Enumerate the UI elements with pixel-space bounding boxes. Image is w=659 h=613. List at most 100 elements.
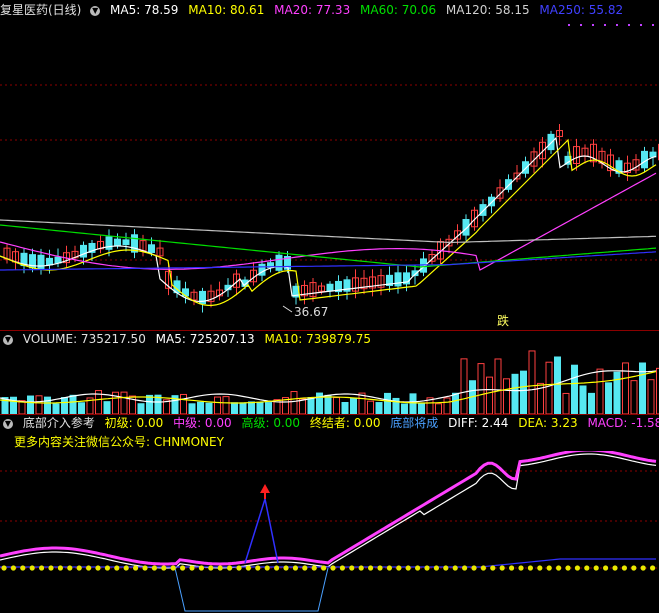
candle-body — [547, 133, 555, 151]
volume-bar — [639, 362, 646, 414]
volume-bar — [630, 380, 638, 414]
signal-dot — [76, 565, 82, 571]
bottom-zone — [174, 567, 329, 612]
signal-dot — [142, 565, 148, 571]
signal-dot — [612, 565, 618, 571]
volume-bar — [239, 402, 247, 414]
chevron-down-icon[interactable]: ▼ — [3, 334, 13, 345]
volume-bar — [35, 395, 43, 414]
signal-dot — [452, 565, 458, 571]
signal-dot — [245, 565, 251, 571]
signal-dot — [95, 565, 101, 571]
volume-bar — [605, 382, 612, 414]
signal-dot — [339, 565, 345, 571]
candle-body — [275, 254, 283, 271]
volume-bar — [596, 368, 604, 414]
ma20-label: MA20: 77.33 — [274, 3, 351, 17]
ma60-label: MA60: 70.06 — [360, 3, 437, 17]
ma5-label: MA5: 78.59 — [110, 3, 179, 17]
volume-bar — [180, 393, 187, 414]
volume-bar — [554, 356, 561, 414]
volume-bar — [265, 402, 272, 414]
ma120-line — [0, 219, 657, 243]
volume-bar — [647, 379, 655, 414]
signal-dot — [10, 565, 16, 571]
diff-line — [0, 453, 657, 569]
spike-line — [244, 498, 279, 564]
signal-dot — [377, 565, 383, 571]
chevron-down-icon[interactable]: ▼ — [90, 5, 101, 16]
volume-bar — [44, 396, 51, 414]
volume-bar — [231, 402, 238, 414]
stock-title: 复星医药(日线) — [0, 3, 82, 17]
indicator-title: 底部介入参考 — [22, 416, 95, 430]
volume-bar — [222, 396, 230, 414]
marker-dot — [592, 24, 594, 26]
signal-dot — [302, 565, 308, 571]
volume-bar — [528, 350, 536, 414]
signal-dot — [86, 565, 92, 571]
signal-dot — [518, 565, 524, 571]
signal-dot — [114, 565, 120, 571]
candle-body — [522, 161, 529, 174]
macd-label: MACD: -1.58 — [587, 416, 659, 430]
volume-bar — [571, 364, 578, 414]
candle-body — [114, 238, 121, 246]
ma250-line — [0, 251, 657, 271]
volume-bar — [146, 394, 153, 414]
chevron-down-icon[interactable]: ▼ — [3, 418, 13, 429]
signal-dot — [330, 565, 336, 571]
volume-bar — [188, 403, 196, 414]
volume-bar — [205, 402, 213, 414]
marker-dot — [568, 24, 570, 26]
signal-dot — [292, 565, 298, 571]
volume-bar — [545, 361, 553, 414]
volume-bar — [401, 403, 408, 414]
candle-body — [326, 283, 334, 292]
signal-dot — [123, 565, 129, 571]
volume-bar — [307, 396, 315, 414]
candle-body — [37, 254, 45, 270]
low-marker — [282, 305, 293, 313]
signal-dot — [48, 565, 54, 571]
volume-bar — [477, 363, 485, 414]
ma120-label: MA120: 58.15 — [445, 3, 530, 17]
signal-dot — [631, 565, 637, 571]
signal-dot — [405, 565, 411, 571]
volume-bar — [409, 393, 417, 414]
signal-dot — [603, 565, 609, 571]
signal-dot — [358, 565, 364, 571]
volume-bar — [78, 402, 85, 414]
signal-dot — [396, 565, 402, 571]
signal-dot — [311, 565, 317, 571]
gao-label: 高级: 0.00 — [241, 416, 301, 430]
volume-bar — [69, 394, 77, 414]
volume-bar — [324, 394, 332, 414]
price-chart[interactable]: 36.67 跌 — [0, 20, 659, 330]
signal-dot — [650, 565, 656, 571]
volume-bar — [248, 401, 255, 414]
marker-dot — [604, 24, 606, 26]
candle-body — [148, 244, 155, 253]
signal-dot — [161, 565, 167, 571]
signal-dot — [1, 565, 7, 571]
signal-dot — [39, 565, 45, 571]
signal-dot — [593, 565, 599, 571]
signal-dot — [198, 565, 204, 571]
volume-ma5-label: MA5: 725207.13 — [155, 332, 255, 346]
signal-dot — [151, 565, 157, 571]
indicator-subtitle-row: 更多内容关注微信公众号: CHNMONEY — [0, 433, 659, 451]
signal-dot — [29, 565, 35, 571]
signal-dot — [640, 565, 646, 571]
ma10-line — [0, 138, 657, 306]
indicator-chart[interactable] — [0, 451, 659, 613]
signal-dot — [490, 565, 496, 571]
volume-bar — [520, 370, 527, 414]
signal-dot — [236, 565, 242, 571]
marker-dot — [580, 24, 582, 26]
signal-dot — [574, 565, 581, 571]
signal-dot — [499, 565, 505, 571]
signal-dot — [556, 565, 562, 571]
volume-bar — [579, 385, 587, 414]
volume-chart[interactable] — [0, 348, 659, 414]
